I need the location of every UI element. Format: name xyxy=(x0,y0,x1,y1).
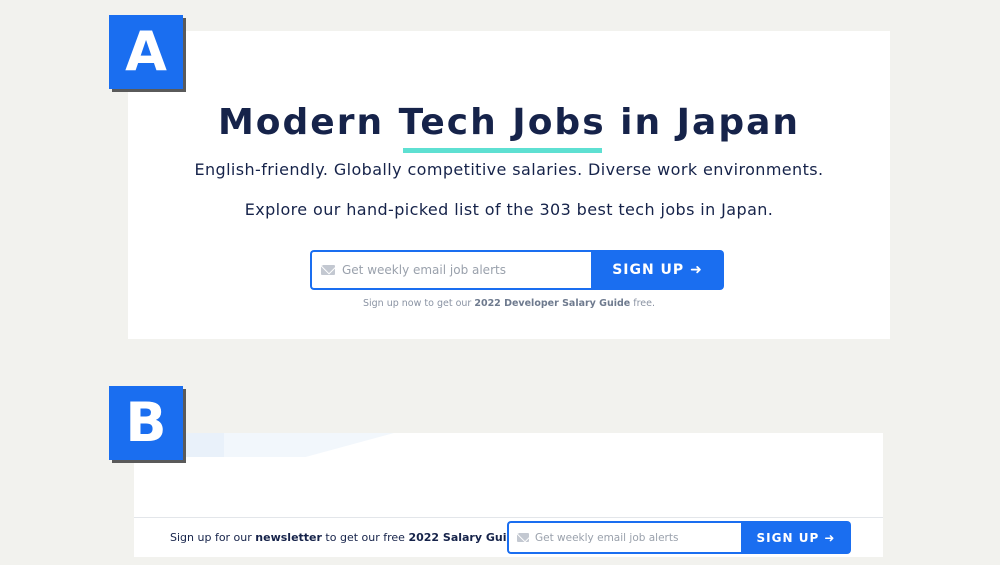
hero-tagline: English-friendly. Globally competitive s… xyxy=(194,160,824,179)
salary-guide-name: 2022 Salary Guide xyxy=(408,531,522,544)
salary-guide-note-suffix: free. xyxy=(630,298,656,309)
hero-card-variant-a: Modern Tech Jobs in Japan English-friend… xyxy=(128,31,890,339)
variant-b-badge: B xyxy=(109,386,183,460)
newsletter-word: newsletter xyxy=(255,531,322,544)
newsletter-prompt-middle: to get our free xyxy=(321,531,409,544)
envelope-icon xyxy=(321,265,335,275)
newsletter-signup-bar: Sign up for our newsletter to get our fr… xyxy=(134,517,883,557)
newsletter-signup-form: SIGN UP ➜ xyxy=(507,521,851,554)
sign-up-button[interactable]: SIGN UP ➜ xyxy=(591,250,724,290)
salary-guide-note-prefix: Sign up now to get our xyxy=(362,298,475,309)
newsletter-email-wrapper xyxy=(507,521,741,554)
title-highlight-underline xyxy=(403,148,602,153)
envelope-icon xyxy=(517,533,529,542)
newsletter-prompt-prefix: Sign up for our xyxy=(170,531,256,544)
newsletter-prompt: Sign up for our newsletter to get our fr… xyxy=(170,531,522,544)
hero-subtagline: Explore our hand-picked list of the 303 … xyxy=(244,200,774,219)
variant-a-badge: A xyxy=(109,15,183,89)
email-input-wrapper xyxy=(310,250,591,290)
page-card-variant-b: Sign up for our newsletter to get our fr… xyxy=(134,433,883,557)
salary-guide-title: 2022 Developer Salary Guide xyxy=(474,298,631,309)
newsletter-email-input[interactable] xyxy=(535,523,735,552)
salary-guide-note: Sign up now to get our 2022 Developer Sa… xyxy=(128,298,890,309)
hero-title: Modern Tech Jobs in Japan xyxy=(217,102,801,143)
email-input[interactable] xyxy=(342,252,582,288)
email-signup-form: SIGN UP ➜ xyxy=(310,250,724,290)
newsletter-sign-up-button[interactable]: SIGN UP ➜ xyxy=(741,521,851,554)
